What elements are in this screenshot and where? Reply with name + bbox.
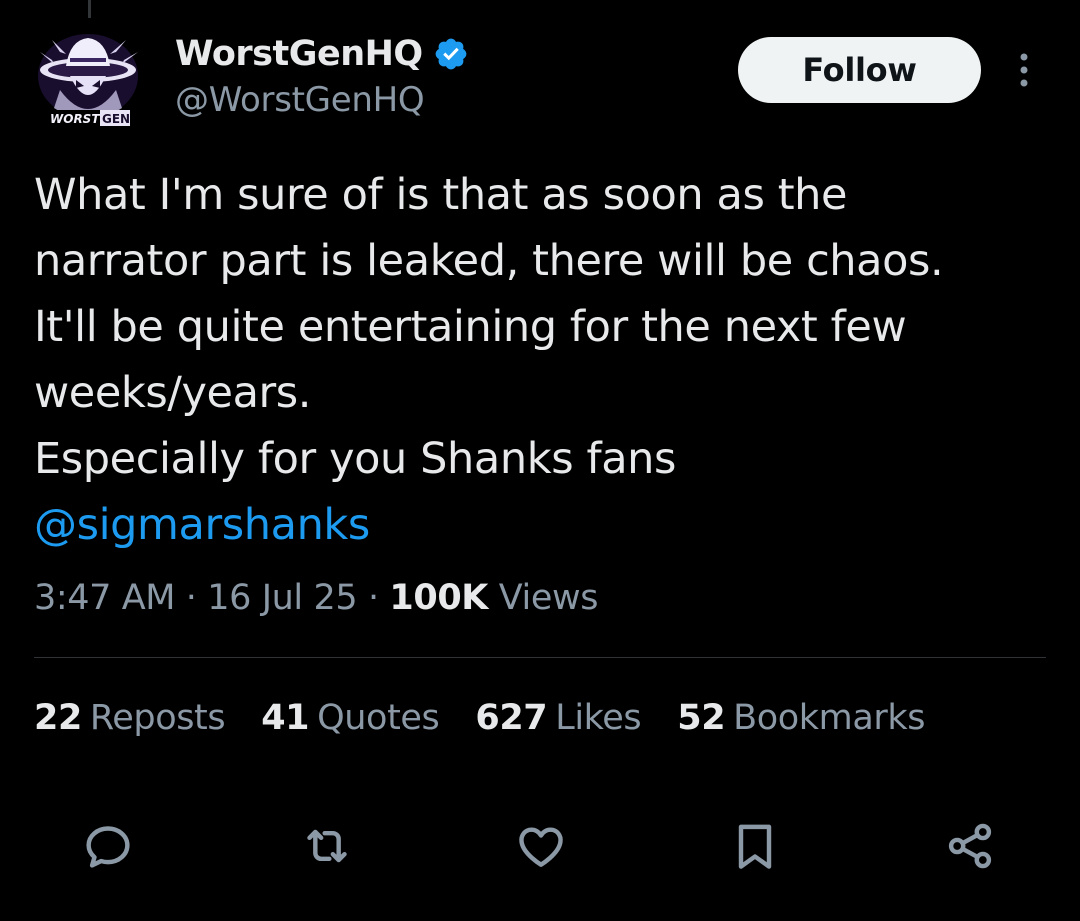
tweet-text-line: narrator part is leaked, there will be c… (34, 236, 944, 286)
tweet-text-line: What I'm sure of is that as soon as the (34, 170, 848, 220)
stat-likes[interactable]: 627 Likes (475, 698, 641, 738)
engagement-stats: 22 Reposts 41 Quotes 627 Likes 52 Bookmarks (34, 698, 926, 738)
bookmark-icon[interactable] (727, 818, 783, 874)
tweet-text: What I'm sure of is that as soon as the … (34, 162, 1044, 558)
stat-label: Quotes (317, 698, 440, 738)
share-icon[interactable] (942, 818, 998, 874)
reply-icon[interactable] (80, 818, 136, 874)
thread-connector-line (88, 0, 91, 18)
tweet-text-line: Especially for you Shanks fans (34, 434, 677, 484)
tweet-time[interactable]: 3:47 AM (34, 578, 175, 618)
stat-count: 41 (261, 698, 310, 738)
tweet-date[interactable]: 16 Jul 25 (207, 578, 357, 618)
avatar-logo-icon: WORST GEN (38, 34, 138, 126)
author-display-name[interactable]: WorstGenHQ (175, 34, 423, 74)
stat-count: 627 (475, 698, 548, 738)
like-icon[interactable] (513, 818, 569, 874)
meta-separator: · (367, 578, 379, 618)
svg-text:WORST: WORST (50, 112, 100, 126)
stat-label: Bookmarks (733, 698, 926, 738)
stat-label: Reposts (89, 698, 226, 738)
stat-reposts[interactable]: 22 Reposts (34, 698, 226, 738)
stat-label: Likes (555, 698, 642, 738)
more-vertical-icon[interactable] (1012, 50, 1036, 90)
author-name-row: WorstGenHQ (175, 28, 469, 80)
repost-icon[interactable] (299, 818, 355, 874)
meta-separator: · (185, 578, 197, 618)
divider (34, 657, 1046, 658)
tweet-text-line: weeks/years. (34, 368, 312, 418)
tweet-text-line: It'll be quite entertaining for the next… (34, 302, 907, 352)
views-count: 100K (389, 578, 489, 618)
views-label: Views (498, 578, 599, 618)
stat-count: 22 (34, 698, 82, 738)
follow-button[interactable]: Follow (738, 37, 981, 103)
verified-badge-icon[interactable] (433, 36, 469, 72)
stat-count: 52 (677, 698, 726, 738)
author-handle[interactable]: @WorstGenHQ (175, 80, 425, 120)
stat-quotes[interactable]: 41 Quotes (261, 698, 440, 738)
tweet-meta: 3:47 AM · 16 Jul 25 · 100K Views (34, 578, 598, 618)
stat-bookmarks[interactable]: 52 Bookmarks (677, 698, 925, 738)
svg-text:GEN: GEN (102, 112, 130, 126)
action-bar (0, 818, 1080, 874)
mention-link[interactable]: @sigmarshanks (34, 500, 370, 550)
avatar[interactable]: WORST GEN (30, 30, 148, 130)
